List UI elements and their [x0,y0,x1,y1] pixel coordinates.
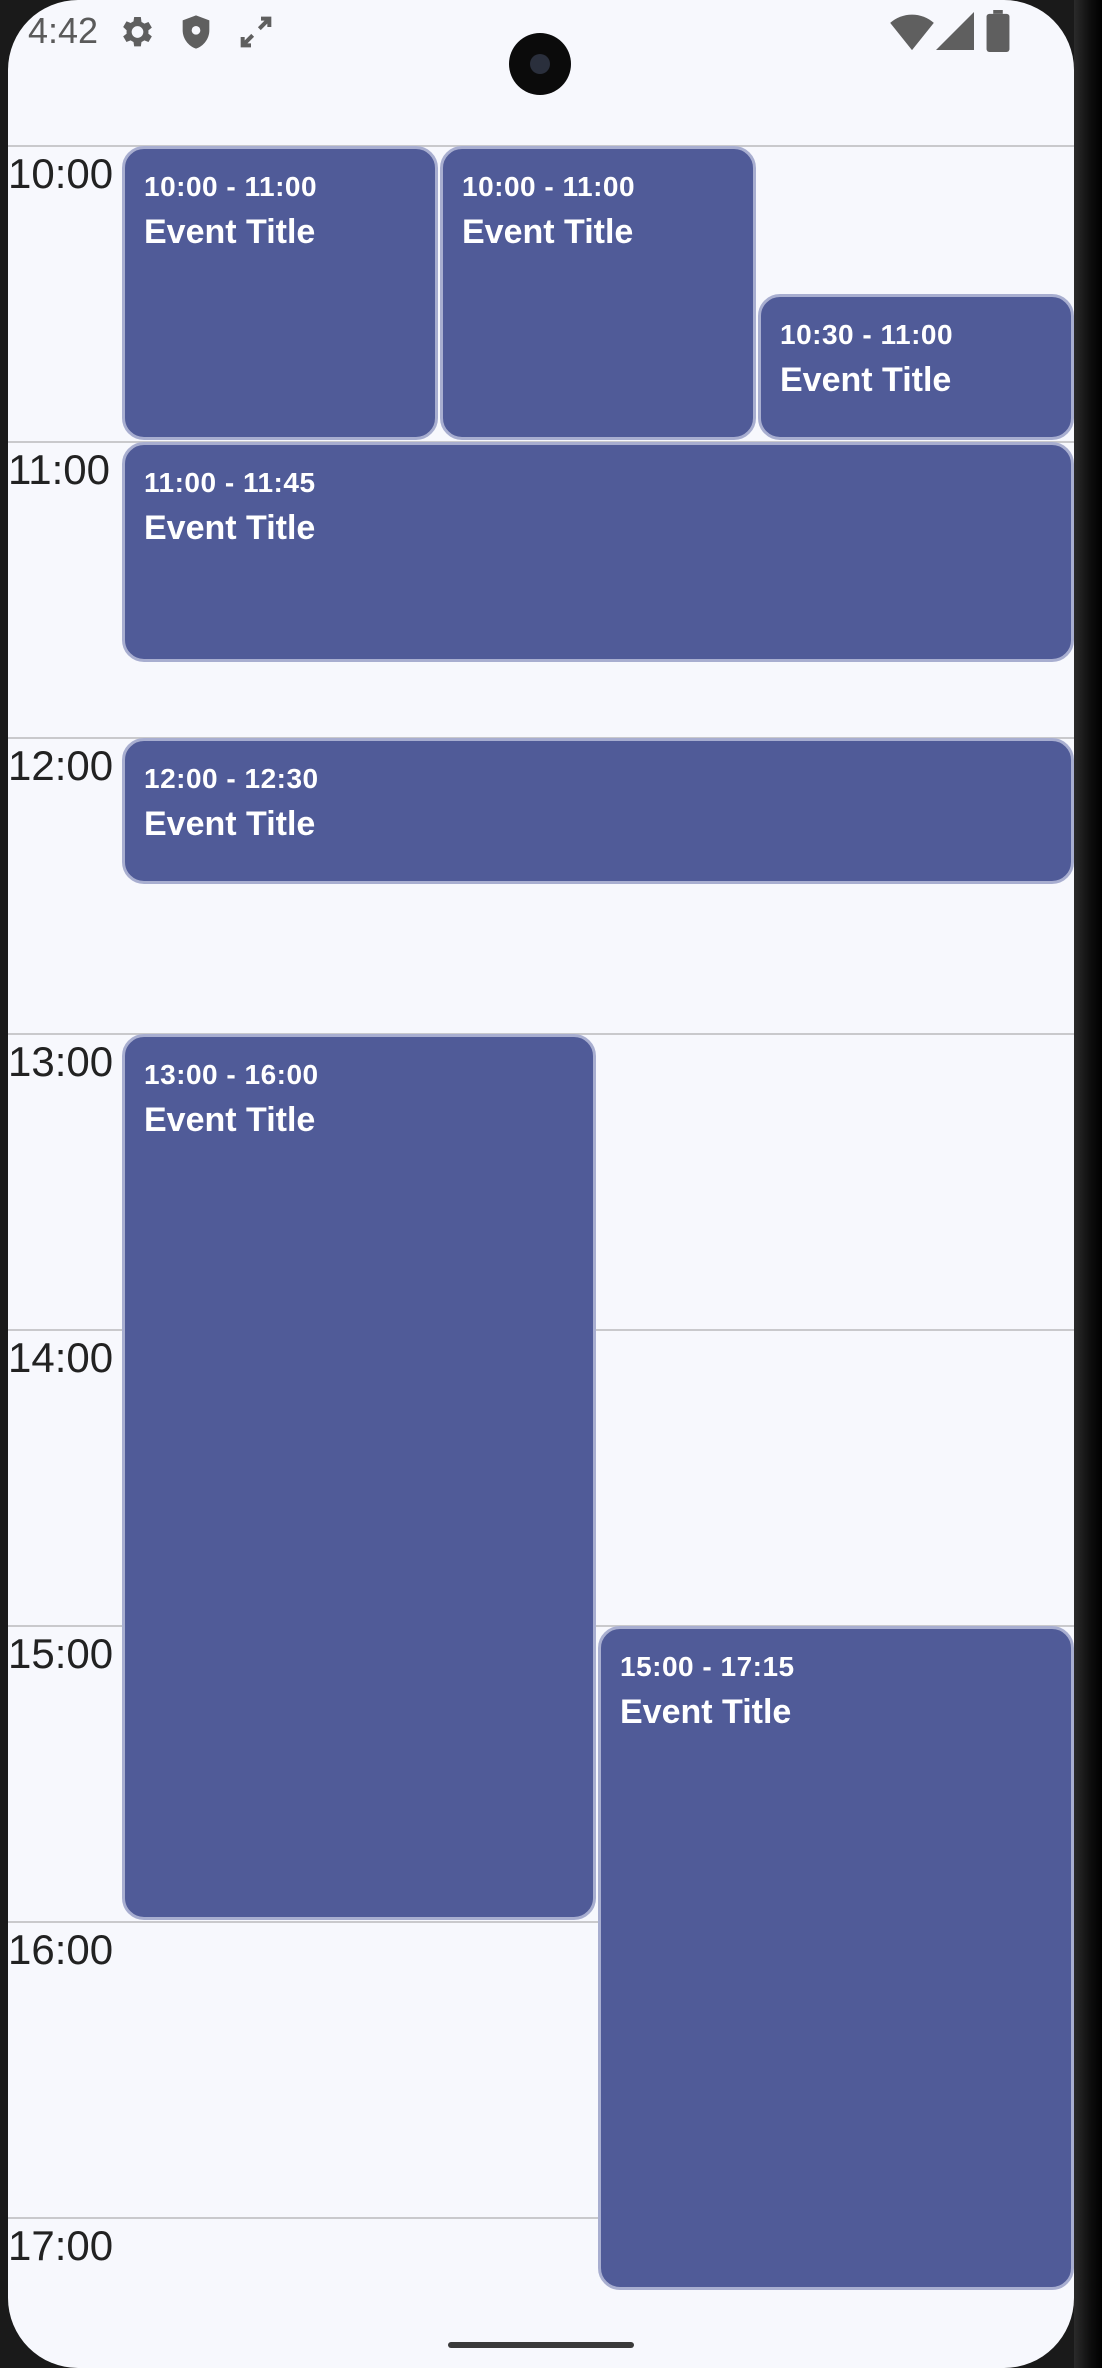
event-card[interactable]: 12:00 - 12:30 Event Title [122,738,1074,884]
event-time: 13:00 - 16:00 [144,1059,319,1090]
status-time: 4:42 [28,10,99,51]
home-indicator[interactable] [448,2342,634,2348]
event-time: 12:00 - 12:30 [144,763,319,794]
sync-arrows-icon [236,12,276,57]
screen: 4:42 10:00 11:00 12:00 13:00 14:00 15:00… [8,0,1074,2368]
wifi-icon [890,12,934,57]
hour-label: 12:00 [8,742,114,789]
event-title: Event Title [144,805,316,843]
gear-icon [116,12,156,57]
event-time: 11:00 - 11:45 [144,467,316,498]
event-card[interactable]: 11:00 - 11:45 Event Title [122,442,1074,662]
hour-label: 14:00 [8,1334,114,1381]
hour-label: 15:00 [8,1630,114,1677]
shield-icon [176,12,216,57]
event-time: 15:00 - 17:15 [620,1651,795,1682]
hour-label: 17:00 [8,2222,114,2269]
event-time: 10:30 - 11:00 [780,319,954,350]
front-camera [509,33,571,95]
event-title: Event Title [462,213,634,251]
event-title: Event Title [780,361,952,399]
event-title: Event Title [620,1693,792,1731]
phone-bezel [1074,0,1102,2368]
event-card[interactable]: 13:00 - 16:00 Event Title [122,1034,596,1920]
event-card[interactable]: 10:30 - 11:00 Event Title [758,294,1074,440]
phone-device: 4:42 10:00 11:00 12:00 13:00 14:00 15:00… [0,0,1102,2368]
camera-lens [530,54,550,74]
battery-icon [986,10,1010,57]
hour-label: 16:00 [8,1926,114,1973]
hour-label: 13:00 [8,1038,114,1085]
signal-icon [936,12,974,55]
event-time: 10:00 - 11:00 [462,171,636,202]
event-card[interactable]: 10:00 - 11:00 Event Title [440,146,756,440]
hour-label: 11:00 [8,446,110,493]
event-card[interactable]: 15:00 - 17:15 Event Title [598,1626,1074,2290]
event-title: Event Title [144,1101,316,1139]
event-time: 10:00 - 11:00 [144,171,318,202]
event-card[interactable]: 10:00 - 11:00 Event Title [122,146,438,440]
hour-label: 10:00 [8,150,114,197]
event-title: Event Title [144,509,316,547]
event-title: Event Title [144,213,316,251]
